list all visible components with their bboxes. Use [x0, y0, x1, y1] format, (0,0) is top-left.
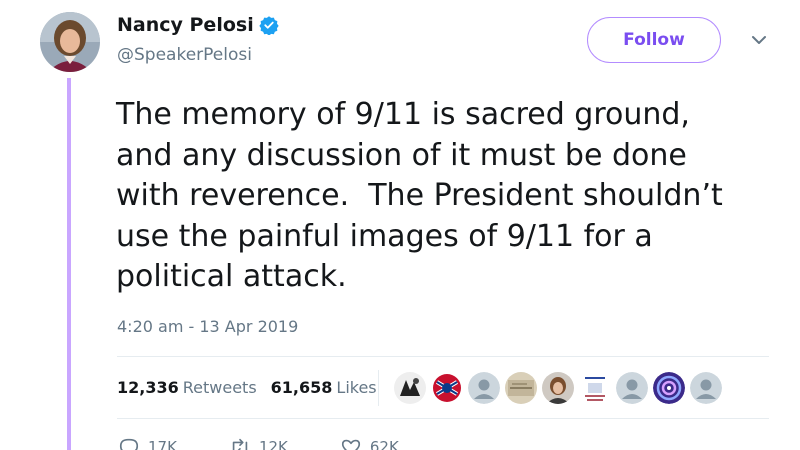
retweet-count: 12K — [258, 438, 288, 450]
like-button[interactable]: 62K — [340, 436, 399, 450]
retweets-count[interactable]: 12,336 — [117, 378, 179, 397]
tweet-actions: 17K 12K 62K — [118, 436, 451, 450]
display-name[interactable]: Nancy Pelosi — [117, 14, 254, 36]
avatar[interactable] — [40, 12, 100, 72]
default-avatar-icon[interactable] — [690, 372, 722, 404]
divider — [117, 418, 769, 419]
thread-line — [67, 78, 71, 450]
liker-avatars — [394, 370, 727, 406]
liker-avatar[interactable] — [394, 372, 426, 404]
verified-badge-icon — [259, 15, 279, 36]
follow-button[interactable]: Follow — [587, 17, 721, 63]
retweet-button[interactable]: 12K — [229, 436, 288, 450]
tweet-card: Nancy Pelosi @SpeakerPelosi Follow The m… — [0, 0, 800, 450]
chevron-down-icon[interactable] — [748, 32, 770, 48]
likes-count[interactable]: 61,658 — [271, 378, 333, 397]
liker-avatar[interactable] — [505, 372, 537, 404]
liker-avatar[interactable] — [653, 372, 685, 404]
divider — [117, 356, 769, 357]
reply-icon — [119, 438, 139, 450]
author-handle[interactable]: @SpeakerPelosi — [117, 45, 252, 65]
liker-avatar[interactable] — [579, 372, 611, 404]
reply-button[interactable]: 17K — [118, 436, 177, 450]
retweet-icon — [232, 438, 248, 450]
author-name-row: Nancy Pelosi — [117, 14, 279, 36]
likes-label[interactable]: Likes — [336, 378, 376, 397]
like-count: 62K — [369, 438, 399, 450]
tweet-text: The memory of 9/11 is sacred ground, and… — [116, 97, 723, 294]
liker-avatar[interactable] — [431, 372, 463, 404]
tweet-timestamp[interactable]: 4:20 am - 13 Apr 2019 — [117, 317, 298, 336]
engagement-stats: 12,336 Retweets 61,658 Likes — [117, 378, 377, 397]
stats-separator — [378, 370, 379, 406]
heart-icon — [341, 439, 360, 450]
retweets-label[interactable]: Retweets — [183, 378, 257, 397]
reply-count: 17K — [148, 438, 177, 450]
default-avatar-icon[interactable] — [468, 372, 500, 404]
default-avatar-icon[interactable] — [616, 372, 648, 404]
liker-avatar[interactable] — [542, 372, 574, 404]
